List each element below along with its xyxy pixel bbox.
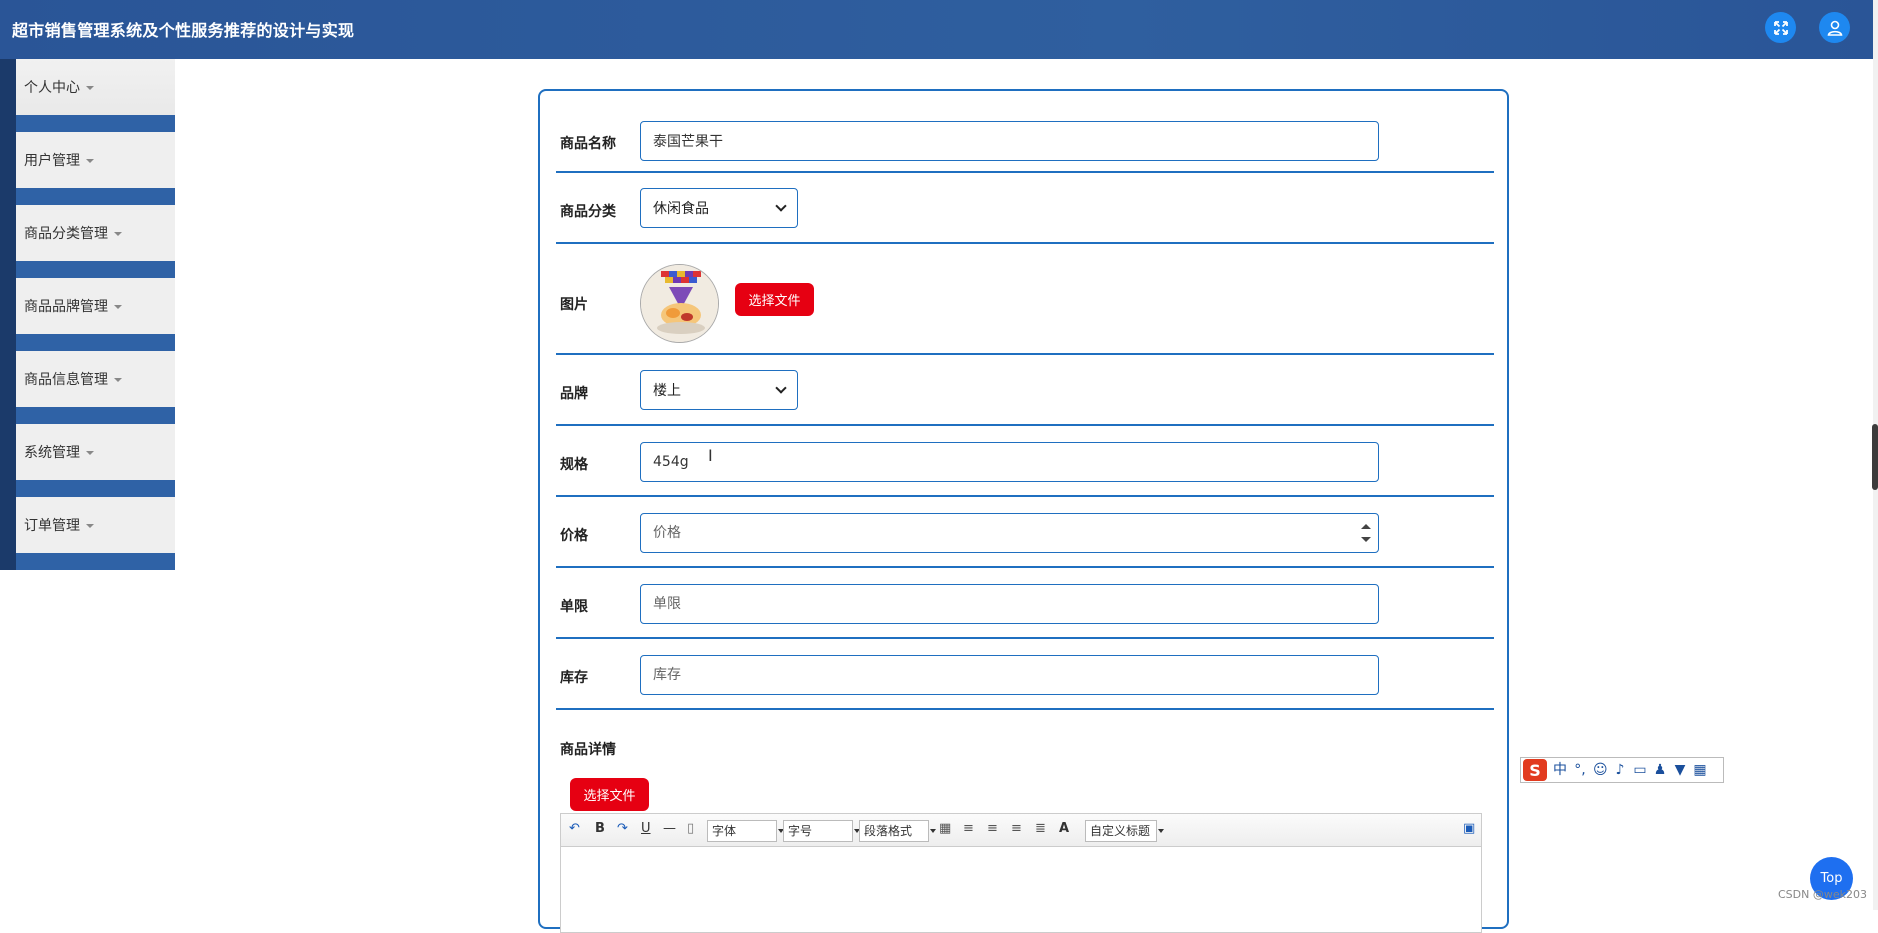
caret-down-icon xyxy=(114,378,122,382)
product-thumbnail-image xyxy=(640,264,719,343)
sidebar-item-brand-management[interactable]: 商品品牌管理 xyxy=(0,278,175,351)
user-button[interactable] xyxy=(1819,12,1850,43)
microphone-icon[interactable]: ♪ xyxy=(1613,763,1627,777)
product-name-input[interactable] xyxy=(640,121,1379,161)
caret-down-icon xyxy=(114,232,122,236)
sidebar-item-label: 个人中心 xyxy=(24,77,94,97)
form-row-limit: 单限 xyxy=(556,568,1494,639)
product-photo-icon xyxy=(641,265,718,342)
field-label: 规格 xyxy=(560,457,588,473)
watermark: CSDN @wek203 xyxy=(1778,888,1867,901)
category-select[interactable]: 休闲食品 xyxy=(640,188,798,228)
align-center-icon[interactable]: ≡ xyxy=(1011,821,1022,836)
horizontal-rule-icon[interactable]: — xyxy=(663,821,676,836)
sidebar-item-label: 订单管理 xyxy=(24,515,94,535)
chevron-down-icon xyxy=(775,382,787,394)
product-form-panel: 商品名称 商品分类 休闲食品 图片 选择文件 品牌 楼上 xyxy=(538,89,1509,933)
sogou-logo-icon: S xyxy=(1523,759,1547,781)
caret-down-icon xyxy=(114,305,122,309)
sidebar-item-category-management[interactable]: 商品分类管理 xyxy=(0,205,175,278)
sidebar-item-product-management[interactable]: 商品信息管理 xyxy=(0,351,175,424)
caret-down-icon xyxy=(86,451,94,455)
font-color-icon[interactable]: A xyxy=(1059,821,1069,836)
price-input[interactable] xyxy=(640,513,1379,553)
choose-detail-file-button[interactable]: 选择文件 xyxy=(570,778,649,811)
stock-input[interactable] xyxy=(640,655,1379,695)
keyboard-icon[interactable]: ▭ xyxy=(1633,763,1647,777)
form-row-image: 图片 选择文件 xyxy=(556,244,1494,355)
top-header-bar: 超市销售管理系统及个性服务推荐的设计与实现 xyxy=(0,0,1873,59)
editor-toolbar: ↶ B ↷ U — ▯ 字体 字号 段落格式 ▦ ≡ ≡ ≡ ≣ A 自定义标题… xyxy=(561,814,1481,847)
sidebar-item-personal-center[interactable]: 个人中心 xyxy=(0,59,175,132)
field-label: 商品分类 xyxy=(560,204,616,220)
align-left-icon[interactable]: ≡ xyxy=(963,821,974,836)
field-label: 价格 xyxy=(560,528,588,544)
paragraph-format-select[interactable]: 段落格式 xyxy=(859,820,936,842)
sidebar-item-label: 商品信息管理 xyxy=(24,369,122,389)
app-title: 超市销售管理系统及个性服务推荐的设计与实现 xyxy=(12,21,355,40)
expand-icon xyxy=(1773,20,1788,35)
font-size-select[interactable]: 字号 xyxy=(783,820,860,842)
brand-select[interactable]: 楼上 xyxy=(640,370,798,410)
emoji-icon[interactable]: ☺ xyxy=(1593,763,1608,777)
form-row-category: 商品分类 休闲食品 xyxy=(556,173,1494,244)
align-justify-icon[interactable]: ≣ xyxy=(1035,821,1046,836)
bold-icon[interactable]: B xyxy=(595,821,605,836)
field-label: 品牌 xyxy=(560,386,588,402)
field-label: 商品名称 xyxy=(560,136,616,152)
sidebar-item-label: 系统管理 xyxy=(24,442,94,462)
underline-icon[interactable]: U xyxy=(641,821,651,836)
detail-label: 商品详情 xyxy=(560,742,616,758)
scrollbar-thumb[interactable] xyxy=(1872,424,1878,490)
form-row-price: 价格 xyxy=(556,497,1494,568)
field-label: 库存 xyxy=(560,670,588,686)
spinner-up-icon[interactable] xyxy=(1361,524,1371,529)
limit-input[interactable] xyxy=(640,584,1379,624)
number-spinner[interactable] xyxy=(1361,524,1371,542)
toolbox-icon[interactable]: ▦ xyxy=(1693,763,1707,777)
undo-icon[interactable]: ↶ xyxy=(569,821,580,836)
ime-toolbar[interactable]: S 中 °, ☺ ♪ ▭ ♟ ▼ ▦ xyxy=(1520,757,1724,783)
chinese-mode-icon[interactable]: 中 xyxy=(1553,763,1567,777)
paste-icon[interactable]: ▯ xyxy=(687,821,694,836)
field-label: 单限 xyxy=(560,599,588,615)
sidebar-item-user-management[interactable]: 用户管理 xyxy=(0,132,175,205)
table-icon[interactable]: ▦ xyxy=(939,821,951,836)
rich-text-editor[interactable]: ↶ B ↷ U — ▯ 字体 字号 段落格式 ▦ ≡ ≡ ≡ ≣ A 自定义标题… xyxy=(560,813,1482,933)
chevron-down-icon xyxy=(775,200,787,212)
font-family-select[interactable]: 字体 xyxy=(707,820,784,842)
sidebar-item-order-management[interactable]: 订单管理 xyxy=(0,497,175,570)
user-manage-icon[interactable]: ♟ xyxy=(1653,763,1667,777)
sidebar: 个人中心 用户管理 商品分类管理 商品品牌管理 商品信息管理 系统管理 订单管理 xyxy=(0,59,175,570)
sidebar-item-system-management[interactable]: 系统管理 xyxy=(0,424,175,497)
user-icon xyxy=(1827,20,1842,36)
caret-down-icon xyxy=(86,86,94,90)
redo-icon[interactable]: ↷ xyxy=(617,821,628,836)
skin-icon[interactable]: ▼ xyxy=(1673,763,1687,777)
align-right-icon[interactable]: ≡ xyxy=(987,821,998,836)
form-row-spec: 规格 xyxy=(556,426,1494,497)
form-row-brand: 品牌 楼上 xyxy=(556,355,1494,426)
spec-input[interactable] xyxy=(640,442,1379,482)
fullscreen-button[interactable] xyxy=(1765,12,1796,43)
fullscreen-editor-icon[interactable]: ▣ xyxy=(1463,821,1475,836)
sidebar-item-label: 商品分类管理 xyxy=(24,223,122,243)
custom-title-select[interactable]: 自定义标题 xyxy=(1085,820,1164,842)
caret-down-icon xyxy=(86,159,94,163)
sidebar-item-label: 商品品牌管理 xyxy=(24,296,122,316)
form-row-name: 商品名称 xyxy=(556,91,1494,173)
sidebar-item-label: 用户管理 xyxy=(24,150,94,170)
text-cursor-icon: I xyxy=(708,446,713,465)
caret-down-icon xyxy=(86,524,94,528)
choose-image-button[interactable]: 选择文件 xyxy=(735,283,814,316)
punctuation-icon[interactable]: °, xyxy=(1573,763,1587,777)
form-row-stock: 库存 xyxy=(556,639,1494,710)
field-label: 图片 xyxy=(560,297,588,313)
spinner-down-icon[interactable] xyxy=(1361,537,1371,542)
